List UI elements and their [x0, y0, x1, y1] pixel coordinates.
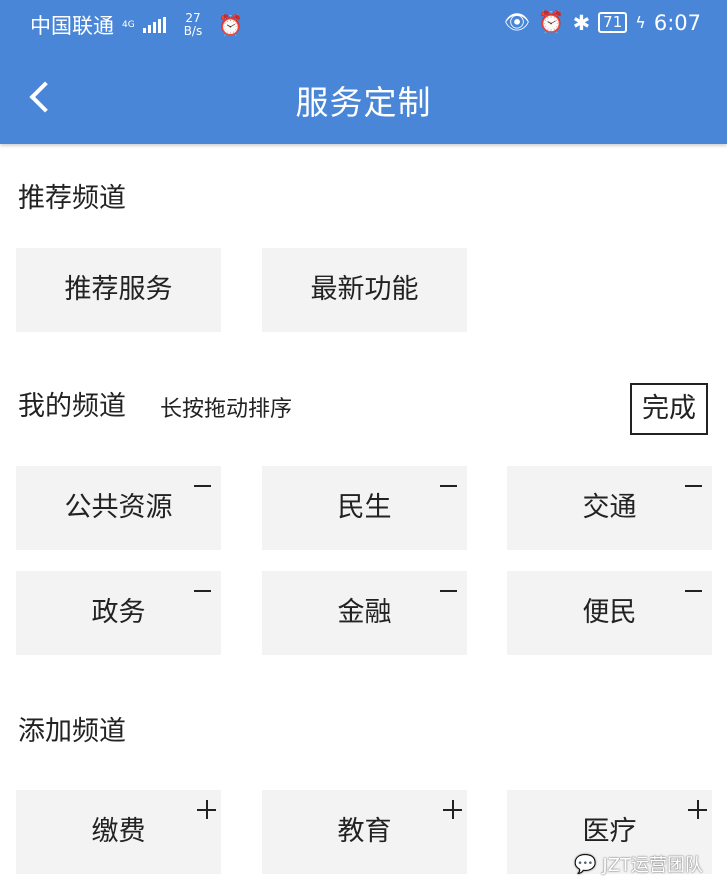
tile-label: 缴费: [91, 816, 146, 847]
add-channel-tile[interactable]: 教育: [262, 790, 467, 874]
page-title: 服务定制: [295, 83, 432, 122]
done-button[interactable]: 完成: [630, 383, 708, 435]
tile-label: 便民: [582, 597, 637, 628]
add-channels-section-title: 添加频道: [18, 716, 126, 747]
remove-icon[interactable]: [440, 590, 457, 592]
tile-label: 交通: [582, 492, 637, 523]
watermark: 💬 JZT运营团队: [574, 851, 703, 877]
remove-icon[interactable]: [685, 485, 702, 487]
my-channel-tile[interactable]: 公共资源: [16, 466, 221, 550]
alarm-icon: ⏰: [538, 10, 565, 34]
battery-icon: 71: [598, 12, 628, 33]
add-channel-tile[interactable]: 缴费: [16, 790, 221, 874]
charging-icon: ϟ: [635, 13, 646, 32]
my-channels-section-title: 我的频道: [18, 391, 126, 422]
remove-icon[interactable]: [194, 590, 211, 592]
wechat-icon: 💬: [573, 853, 597, 875]
status-right: 👁 ⏰ ✱ 71 ϟ 6:07: [504, 10, 701, 35]
tile-label: 推荐服务: [64, 274, 173, 305]
my-channel-tile[interactable]: 民生: [262, 466, 467, 550]
my-channel-tile[interactable]: 政务: [16, 571, 221, 655]
bluetooth-icon: ✱: [572, 10, 591, 35]
alarm-app-icon: ⏰: [218, 13, 244, 37]
status-left: 中国联通 4G 27 B/s ⏰: [30, 10, 243, 40]
title-bar: 服务定制: [0, 50, 727, 144]
tile-label: 教育: [337, 816, 392, 847]
status-bar: 中国联通 4G 27 B/s ⏰ 👁 ⏰ ✱ 71 ϟ 6:07: [0, 0, 727, 50]
clock-time: 6:07: [653, 10, 701, 35]
eye-icon: 👁: [503, 10, 531, 34]
tile-label: 政务: [91, 597, 146, 628]
my-channel-tile[interactable]: 便民: [507, 571, 712, 655]
remove-icon[interactable]: [685, 590, 702, 592]
my-channel-tile[interactable]: 交通: [507, 466, 712, 550]
tile-label: 金融: [337, 597, 392, 628]
my-channel-tile[interactable]: 金融: [262, 571, 467, 655]
network-speed: 27 B/s: [183, 11, 203, 38]
remove-icon[interactable]: [194, 485, 211, 487]
sort-hint: 长按拖动排序: [160, 397, 293, 422]
recommended-tile[interactable]: 最新功能: [262, 248, 467, 332]
carrier-name: 中国联通: [30, 14, 114, 38]
tile-label: 公共资源: [64, 492, 173, 523]
recommended-tile[interactable]: 推荐服务: [16, 248, 221, 332]
recommended-section-title: 推荐频道: [18, 183, 126, 214]
network-type: 4G: [122, 19, 135, 30]
tile-label: 最新功能: [310, 274, 419, 305]
signal-icon: [142, 17, 166, 33]
remove-icon[interactable]: [440, 485, 457, 487]
watermark-text: JZT运营团队: [602, 855, 703, 876]
tile-label: 民生: [337, 492, 392, 523]
